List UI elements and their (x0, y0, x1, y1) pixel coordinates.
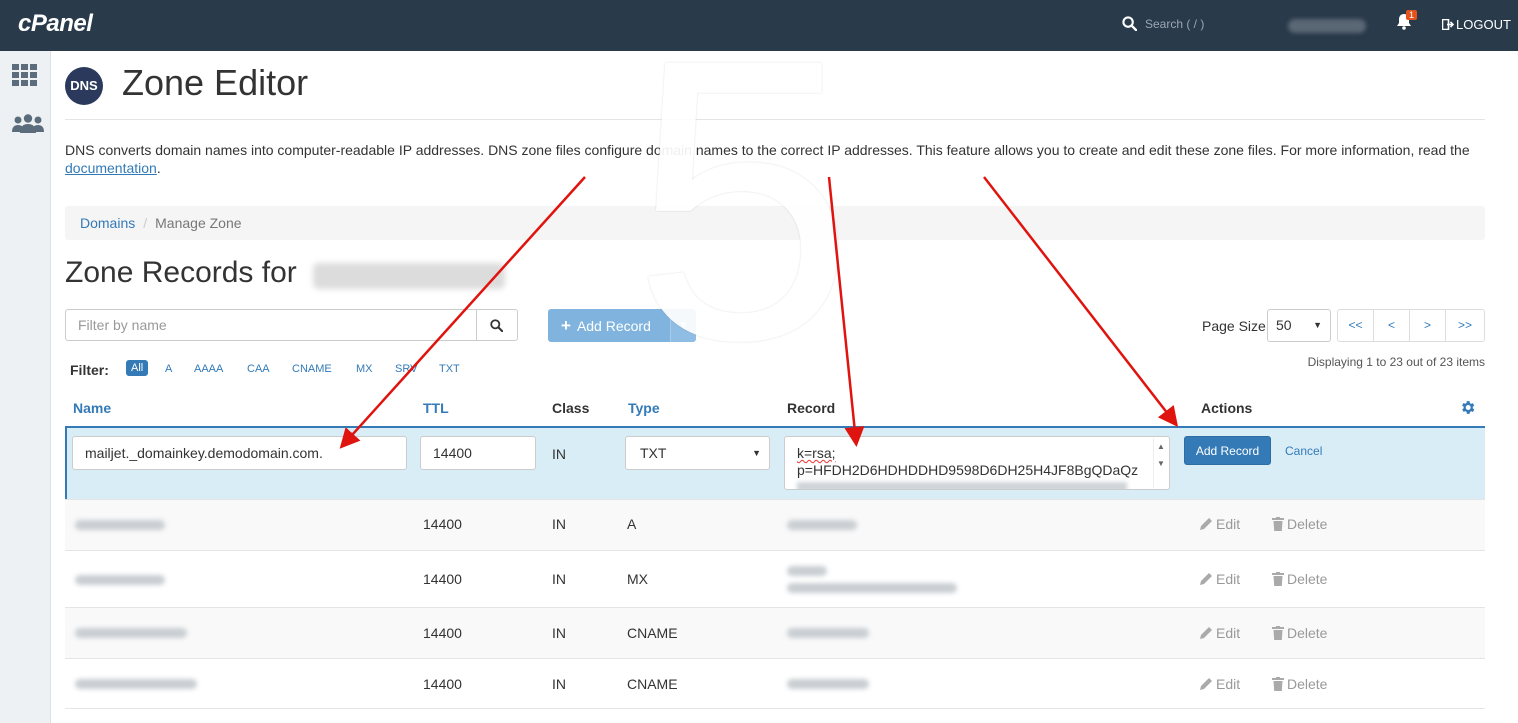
record-name-blurred (75, 679, 197, 689)
pencil-icon (1200, 678, 1212, 690)
delete-button[interactable]: Delete (1272, 676, 1327, 692)
search-placeholder: Search ( / ) (1145, 17, 1205, 31)
displaying-count: Displaying 1 to 23 out of 23 items (1307, 355, 1485, 369)
search-icon (1122, 16, 1138, 32)
trash-icon (1272, 572, 1284, 586)
record-value-blurred (787, 583, 957, 593)
record-type-select[interactable]: TXT ▼ (625, 436, 770, 470)
trash-icon (1272, 626, 1284, 640)
documentation-link[interactable]: documentation (65, 160, 157, 176)
filter-chip-srv[interactable]: SRV (395, 363, 417, 375)
record-name-blurred (75, 520, 165, 530)
sidebar (0, 51, 51, 723)
record-value-blurred (787, 566, 827, 576)
plus-icon: + (561, 316, 571, 335)
column-header-actions: Actions (1201, 400, 1253, 416)
edit-button[interactable]: Edit (1199, 676, 1240, 692)
table-row: 14400 IN CNAME Edit Delete (65, 658, 1485, 709)
caret-down-icon: ▼ (1313, 320, 1322, 330)
record-class-value: IN (552, 446, 566, 462)
zone-domain-blurred (313, 263, 505, 289)
edit-button[interactable]: Edit (1199, 571, 1240, 587)
filter-by-name-input[interactable]: Filter by name (65, 309, 477, 341)
record-value-blurred (787, 628, 869, 638)
table-row: 14400 IN A Edit Delete (65, 499, 1485, 550)
breadcrumb-separator: / (143, 215, 148, 231)
record-line-1: k=rsa; (797, 445, 836, 461)
filter-chip-all[interactable]: All (126, 360, 149, 376)
username-blurred[interactable] (1288, 19, 1366, 33)
record-ttl-input[interactable]: 14400 (420, 436, 536, 470)
add-record-submit-button[interactable]: Add Record (1184, 436, 1271, 465)
filter-chip-cname[interactable]: CNAME (292, 363, 332, 375)
page-title: Zone Editor (122, 62, 309, 103)
pager-prev[interactable]: < (1373, 309, 1410, 342)
delete-button[interactable]: Delete (1272, 625, 1327, 641)
cancel-button[interactable]: Cancel (1285, 444, 1322, 458)
textarea-scrollbar[interactable]: ▲ ▼ (1153, 438, 1168, 488)
notifications-button[interactable]: 1 (1396, 10, 1418, 35)
breadcrumb-domains[interactable]: Domains (80, 215, 135, 231)
gear-icon[interactable] (1459, 399, 1476, 416)
caret-down-icon: ▼ (752, 448, 761, 458)
edit-button[interactable]: Edit (1199, 625, 1240, 641)
table-row: 14400 IN MX Edit Delete (65, 550, 1485, 607)
filter-chip-caa[interactable]: CAA (247, 363, 270, 375)
notification-badge: 1 (1406, 10, 1418, 20)
column-header-name[interactable]: Name (73, 400, 111, 416)
record-line-3-blurred (797, 482, 1127, 489)
breadcrumb-manage-zone: Manage Zone (155, 215, 242, 231)
pager-last[interactable]: >> (1445, 309, 1485, 342)
trash-icon (1272, 677, 1284, 691)
record-value-textarea[interactable]: k=rsa; p=HFDH2D6HDHDDHD9598D6DH25H4JF8Bg… (784, 436, 1170, 490)
users-icon[interactable] (11, 114, 45, 134)
filter-chip-txt[interactable]: TXT (439, 363, 460, 375)
filter-search-button[interactable] (477, 309, 518, 341)
pager-first[interactable]: << (1337, 309, 1374, 342)
delete-button[interactable]: Delete (1272, 571, 1327, 587)
pencil-icon (1200, 518, 1212, 530)
filter-chip-mx[interactable]: MX (356, 363, 373, 375)
pager-next[interactable]: > (1409, 309, 1446, 342)
filter-chip-a[interactable]: A (165, 363, 172, 375)
pencil-icon (1200, 573, 1212, 585)
search-icon (490, 319, 503, 332)
delete-button[interactable]: Delete (1272, 516, 1327, 532)
record-line-2: p=HFDH2D6HDHDDHD9598D6DH25H4JF8BgQDaQz (797, 462, 1139, 478)
trash-icon (1272, 517, 1284, 531)
pencil-icon (1200, 627, 1212, 639)
edit-button[interactable]: Edit (1199, 516, 1240, 532)
column-header-class: Class (552, 400, 590, 416)
step-number-overlay: 5 (632, 0, 855, 423)
record-name-blurred (75, 575, 165, 585)
record-value-blurred (787, 520, 857, 530)
record-name-blurred (75, 628, 187, 638)
logout-icon (1441, 18, 1455, 31)
logout-label: LOGOUT (1456, 17, 1511, 32)
record-name-input[interactable]: mailjet._domainkey.demodomain.com. (72, 436, 407, 470)
search-box[interactable]: Search ( / ) (1122, 16, 1205, 32)
filter-label: Filter: (70, 362, 109, 378)
page-size-label: Page Size (1202, 318, 1266, 334)
column-header-ttl[interactable]: TTL (423, 400, 449, 416)
logout-button[interactable]: LOGOUT (1441, 17, 1511, 32)
table-row: 14400 IN CNAME Edit Delete (65, 607, 1485, 658)
dns-logo-icon: DNS (65, 67, 103, 105)
page-size-select[interactable]: 50 ▼ (1267, 309, 1331, 342)
grid-icon[interactable] (11, 63, 39, 87)
cpanel-logo[interactable]: cPanel (18, 10, 93, 38)
filter-chip-aaaa[interactable]: AAAA (194, 363, 223, 375)
zone-records-title: Zone Records for (65, 256, 297, 289)
record-value-blurred (787, 679, 869, 689)
